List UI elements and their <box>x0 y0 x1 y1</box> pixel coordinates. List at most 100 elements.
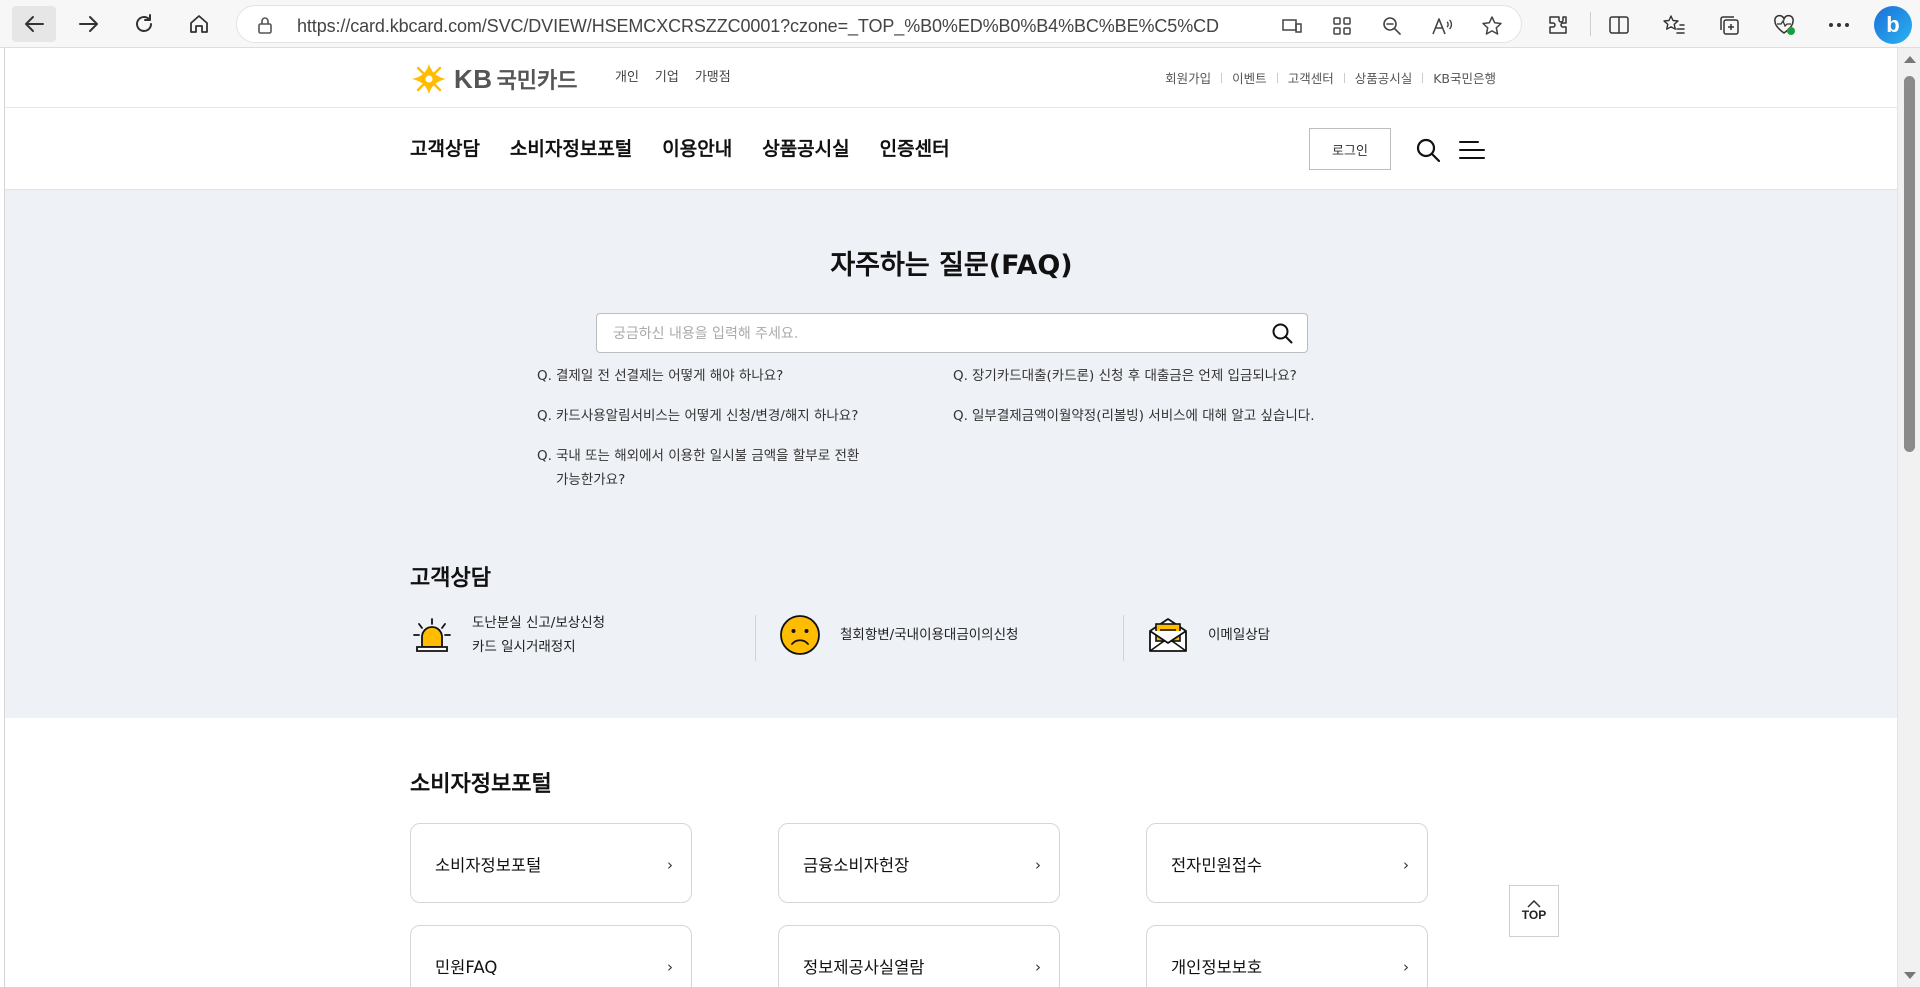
url-text[interactable]: https://card.kbcard.com/SVC/DVIEW/HSEMCX… <box>297 16 1219 37</box>
chevron-right-icon: › <box>667 856 673 874</box>
consult-theft-loss-line1: 도난분실 신고/보상신청 <box>472 615 606 631</box>
util-divider <box>1422 72 1424 83</box>
faq-question-text: 국내 또는 해외에서 이용한 일시불 금액을 할부로 전환 <box>556 448 860 464</box>
faq-q-prefix: Q. <box>953 408 968 424</box>
consult-divider <box>755 615 756 661</box>
utility-links: 회원가입 이벤트 고객센터 상품공시실 KB국민은행 <box>1165 68 1496 87</box>
chevron-right-icon: › <box>1035 856 1041 874</box>
faq-question-text-cont: 가능한가요? <box>556 472 626 488</box>
page-scrollbar[interactable] <box>1897 48 1920 987</box>
kb-star-logo-icon <box>412 64 446 94</box>
consult-theft-loss[interactable]: 도난분실 신고/보상신청 카드 일시거래정지 <box>410 608 605 662</box>
consult-email[interactable]: 이메일상담 <box>1146 608 1270 662</box>
bing-icon[interactable]: b <box>1874 6 1912 44</box>
sad-face-icon <box>778 613 822 657</box>
scroll-top-button[interactable]: TOP <box>1509 885 1559 937</box>
card-label: 개인정보보호 <box>1171 958 1263 977</box>
more-icon[interactable] <box>1826 12 1852 38</box>
consult-email-text: 이메일상담 <box>1208 627 1271 643</box>
login-button[interactable]: 로그인 <box>1309 128 1391 170</box>
home-button[interactable] <box>177 6 221 42</box>
faq-link-3[interactable]: Q. 카드사용알림서비스는 어떻게 신청/변경/해지 하나요? <box>537 404 917 428</box>
segment-links: 개인 기업 가맹점 <box>615 66 731 85</box>
util-link-signup[interactable]: 회원가입 <box>1165 68 1211 87</box>
util-link-customer-center[interactable]: 고객센터 <box>1288 68 1334 87</box>
scroll-up-icon[interactable] <box>1904 56 1916 63</box>
segment-business[interactable]: 기업 <box>655 66 679 85</box>
favorites-list-icon[interactable] <box>1661 12 1687 38</box>
faq-q-prefix: Q. <box>537 368 552 384</box>
faq-link-2[interactable]: Q. 장기카드대출(카드론) 신청 후 대출금은 언제 입금되나요? <box>953 364 1373 388</box>
lock-icon[interactable] <box>257 16 273 38</box>
faq-search-box <box>596 313 1308 353</box>
consult-theft-loss-text: 도난분실 신고/보상신청 카드 일시거래정지 <box>472 611 605 659</box>
portal-card-consumer-charter[interactable]: 금융소비자헌장 › <box>778 823 1060 903</box>
util-divider <box>1221 72 1223 83</box>
consult-section-title: 고객상담 <box>410 566 491 591</box>
read-aloud-icon[interactable] <box>1431 15 1453 37</box>
toolbar-divider <box>1590 12 1591 36</box>
zoom-out-icon[interactable] <box>1381 15 1403 37</box>
consult-withdrawal-dispute[interactable]: 철회항변/국내이용대금이의신청 <box>778 608 1018 662</box>
card-label: 민원FAQ <box>435 958 498 977</box>
portal-card-consumer-portal[interactable]: 소비자정보포털 › <box>410 823 692 903</box>
back-icon <box>25 16 44 32</box>
gnb-item-consult[interactable]: 고객상담 <box>410 134 480 161</box>
portal-card-info-disclosure[interactable]: 정보제공사실열람 › <box>778 925 1060 987</box>
gnb-item-consumer-portal[interactable]: 소비자정보포털 <box>510 134 632 161</box>
gnb-item-certification[interactable]: 인증센터 <box>880 134 950 161</box>
faq-link-1[interactable]: Q. 결제일 전 선결제는 어떻게 해야 하나요? <box>537 364 917 388</box>
portal-card-complaint-faq[interactable]: 민원FAQ › <box>410 925 692 987</box>
scrollbar-thumb[interactable] <box>1904 76 1915 452</box>
faq-link-4[interactable]: Q. 일부결제금액이월약정(리볼빙) 서비스에 대해 알고 싶습니다. <box>953 404 1373 428</box>
scroll-down-icon[interactable] <box>1904 972 1916 979</box>
util-divider <box>1343 72 1345 83</box>
chevron-up-icon <box>1527 900 1541 908</box>
split-screen-icon[interactable] <box>1606 12 1632 38</box>
portal-card-e-complaint[interactable]: 전자민원접수 › <box>1146 823 1428 903</box>
card-label: 전자민원접수 <box>1171 856 1263 875</box>
faq-question-text: 결제일 전 선결제는 어떻게 해야 하나요? <box>556 368 784 384</box>
faq-link-5[interactable]: Q. 국내 또는 해외에서 이용한 일시불 금액을 할부로 전환 가능한가요? <box>537 444 917 492</box>
consult-withdrawal-dispute-text: 철회항변/국내이용대금이의신청 <box>840 627 1019 643</box>
faq-q-prefix: Q. <box>537 448 552 464</box>
util-link-event[interactable]: 이벤트 <box>1232 68 1267 87</box>
logo-name-text: 국민카드 <box>496 69 578 94</box>
refresh-icon <box>136 14 152 32</box>
address-bar[interactable]: https://card.kbcard.com/SVC/DVIEW/HSEMCX… <box>236 5 1522 43</box>
segment-personal[interactable]: 개인 <box>615 66 639 85</box>
util-link-product-disclosure[interactable]: 상품공시실 <box>1355 68 1413 87</box>
faq-search-input[interactable] <box>613 322 1243 346</box>
forward-icon <box>79 16 98 32</box>
web-page: KB 국민카드 개인 기업 가맹점 회원가입 이벤트 고객센터 상품공시실 KB… <box>4 48 1897 987</box>
main-navigation: 고객상담 소비자정보포털 이용안내 상품공시실 인증센터 로그인 <box>5 108 1897 190</box>
portal-card-privacy[interactable]: 개인정보보호 › <box>1146 925 1428 987</box>
menu-icon[interactable] <box>1457 135 1487 165</box>
faq-section: 자주하는 질문(FAQ) Q. 결제일 전 선결제는 어떻게 해야 하나요? Q… <box>5 190 1897 718</box>
util-divider <box>1276 72 1278 83</box>
segment-merchant[interactable]: 가맹점 <box>695 66 731 85</box>
faq-q-prefix: Q. <box>953 368 968 384</box>
back-button[interactable] <box>12 6 56 42</box>
search-icon[interactable] <box>1271 322 1293 348</box>
util-link-kb-bank[interactable]: KB국민은행 <box>1433 68 1496 87</box>
collections-icon[interactable] <box>1716 12 1742 38</box>
gnb-item-usage-guide[interactable]: 이용안내 <box>662 134 732 161</box>
faq-question-text: 장기카드대출(카드론) 신청 후 대출금은 언제 입금되나요? <box>972 368 1297 384</box>
health-icon[interactable] <box>1771 12 1797 38</box>
consumer-portal-title: 소비자정보포털 <box>410 772 552 797</box>
kb-logo[interactable]: KB 국민카드 <box>410 62 578 96</box>
app-grid-icon[interactable] <box>1331 15 1353 37</box>
consult-divider <box>1123 615 1124 661</box>
device-icon[interactable] <box>1281 15 1303 37</box>
logo-kb-text: KB <box>454 63 493 94</box>
gnb-item-product-disclosure[interactable]: 상품공시실 <box>762 134 849 161</box>
chevron-right-icon: › <box>1403 856 1409 874</box>
chevron-right-icon: › <box>1035 958 1041 976</box>
extensions-icon[interactable] <box>1545 12 1571 38</box>
favorite-star-icon[interactable] <box>1481 15 1503 37</box>
refresh-button[interactable] <box>122 6 166 42</box>
forward-button[interactable] <box>67 6 111 42</box>
chevron-right-icon: › <box>1403 958 1409 976</box>
search-icon[interactable] <box>1413 135 1443 165</box>
